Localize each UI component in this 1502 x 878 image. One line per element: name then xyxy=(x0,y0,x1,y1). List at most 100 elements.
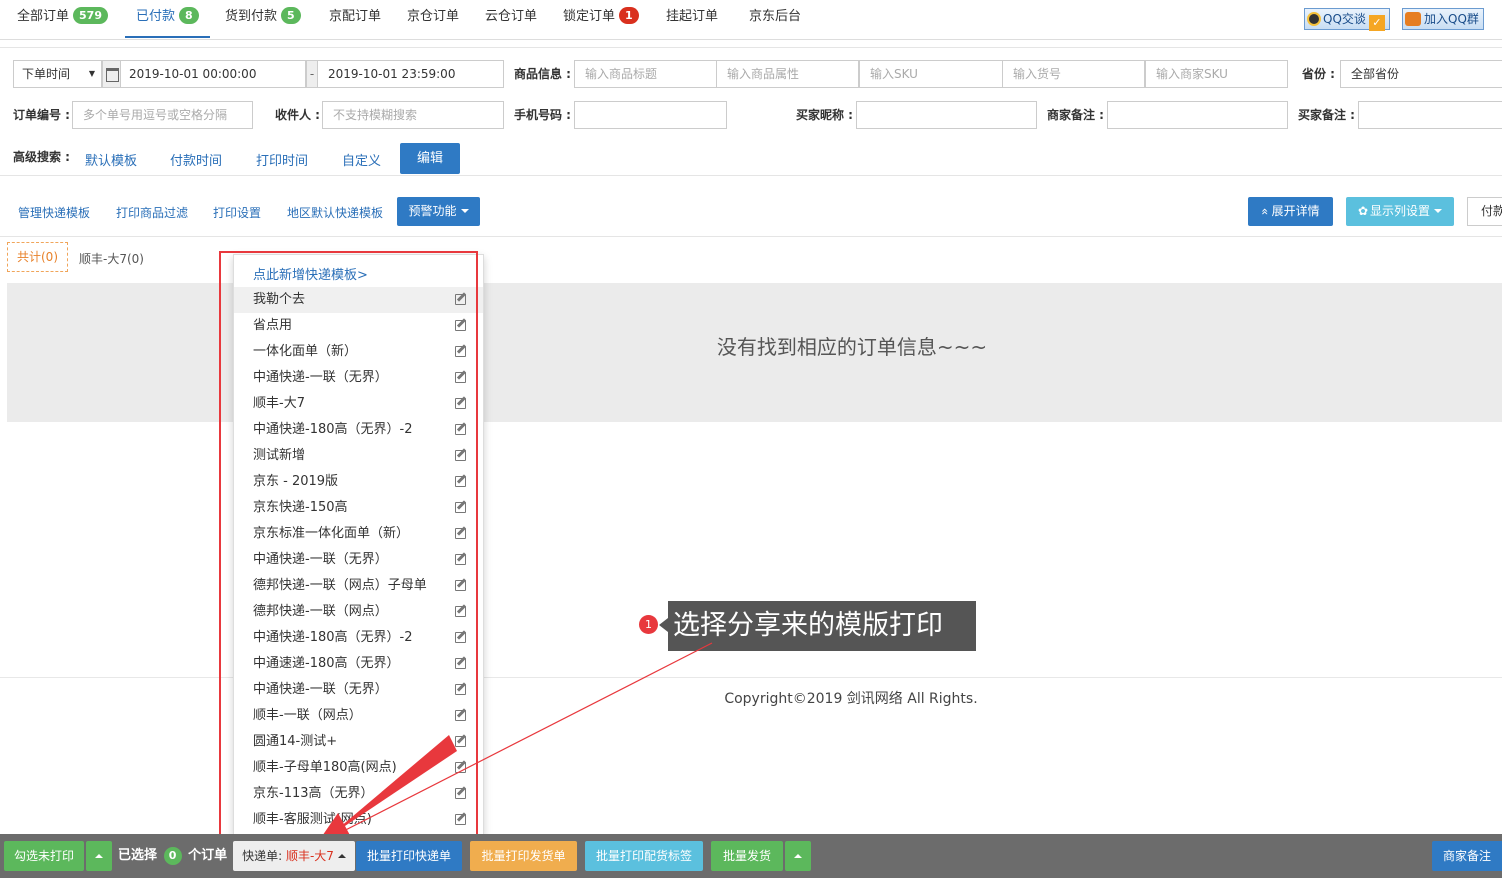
caret-up-icon xyxy=(95,854,103,858)
count-badge: 579 xyxy=(73,7,108,24)
phone-input[interactable] xyxy=(574,101,727,129)
tab-cod[interactable]: 货到付款 5 xyxy=(225,0,301,38)
express-template-select[interactable]: 快递单: 顺丰-大7 xyxy=(233,841,355,871)
batch-ship-toggle[interactable] xyxy=(785,841,811,871)
tab-all-orders[interactable]: 全部订单 579 xyxy=(17,0,108,38)
start-time-input[interactable]: 2019-10-01 00:00:00 xyxy=(102,60,306,88)
edit-icon[interactable] xyxy=(455,398,466,409)
warning-function-button[interactable]: 预警功能 xyxy=(397,197,480,226)
merchant-note-label: 商家备注 : xyxy=(1047,108,1104,122)
filter-sf-da7[interactable]: 顺丰-大7(0) xyxy=(79,250,144,267)
caret-down-icon xyxy=(1434,209,1443,213)
template-item[interactable]: 顺丰-大7 xyxy=(234,391,483,417)
province-select[interactable]: 全部省份 xyxy=(1340,60,1502,88)
template-item[interactable]: 中通快递-一联（无界） xyxy=(234,365,483,391)
template-item[interactable]: 测试新增 xyxy=(234,443,483,469)
edit-icon[interactable] xyxy=(455,320,466,331)
edit-icon[interactable] xyxy=(455,632,466,643)
check-unprinted-toggle[interactable] xyxy=(86,841,112,871)
tab-jd-backend[interactable]: 京东后台 xyxy=(749,0,801,38)
edit-icon[interactable] xyxy=(455,450,466,461)
edit-icon[interactable] xyxy=(455,658,466,669)
pay-sort-button[interactable]: 付款 xyxy=(1467,197,1502,226)
template-item[interactable]: 德邦快递-一联（网点） xyxy=(234,599,483,625)
custom-link[interactable]: 自定义 xyxy=(342,150,381,169)
template-item[interactable]: 圆通14-测试+ xyxy=(234,729,483,755)
template-item[interactable]: 京东标准一体化面单（新） xyxy=(234,521,483,547)
batch-print-express-button[interactable]: 批量打印快递单 xyxy=(356,841,462,871)
edit-icon[interactable] xyxy=(455,814,466,825)
qq-chat-button[interactable]: QQ交谈 ✓ xyxy=(1304,8,1390,31)
edit-icon[interactable] xyxy=(455,762,466,773)
print-settings-link[interactable]: 打印设置 xyxy=(213,204,261,221)
template-item[interactable]: 中通快递-180高（无界）-2 xyxy=(234,625,483,651)
batch-print-delivery-button[interactable]: 批量打印发货单 xyxy=(470,841,577,871)
edit-icon[interactable] xyxy=(455,736,466,747)
tab-suspended[interactable]: 挂起订单 xyxy=(666,0,718,38)
template-item[interactable]: 中通速递-180高（无界） xyxy=(234,651,483,677)
edit-button[interactable]: 编辑 xyxy=(400,143,460,174)
print-time-link[interactable]: 打印时间 xyxy=(256,150,308,169)
template-item[interactable]: 京东-113高（无界） xyxy=(234,781,483,807)
merchant-sku-input[interactable]: 输入商家SKU xyxy=(1145,60,1288,88)
template-item[interactable]: 省点用 xyxy=(234,313,483,339)
double-chevron-up-icon: « xyxy=(1258,207,1273,216)
edit-icon[interactable] xyxy=(455,580,466,591)
tab-cloud-warehouse[interactable]: 云仓订单 xyxy=(485,0,537,38)
manage-express-templates-link[interactable]: 管理快递模板 xyxy=(18,204,90,221)
order-number-input[interactable]: 多个单号用逗号或空格分隔 xyxy=(72,101,253,129)
pay-time-link[interactable]: 付款时间 xyxy=(170,150,222,169)
tab-paid[interactable]: 已付款 8 xyxy=(125,0,210,38)
template-item[interactable]: 中通快递-一联（无界） xyxy=(234,547,483,573)
end-time-input[interactable]: 2019-10-01 23:59:00 xyxy=(317,60,504,88)
batch-ship-button[interactable]: 批量发货 xyxy=(711,841,783,871)
edit-icon[interactable] xyxy=(455,554,466,565)
product-title-input[interactable]: 输入商品标题 xyxy=(574,60,717,88)
edit-icon[interactable] xyxy=(455,606,466,617)
template-item[interactable]: 京东 - 2019版 xyxy=(234,469,483,495)
buyer-nick-input[interactable] xyxy=(856,101,1037,129)
template-item[interactable]: 德邦快递-一联（网点）子母单 xyxy=(234,573,483,599)
tab-jd-warehouse[interactable]: 京仓订单 xyxy=(407,0,459,38)
template-item[interactable]: 京东快递-150高 xyxy=(234,495,483,521)
region-default-template-link[interactable]: 地区默认快递模板 xyxy=(287,204,383,221)
template-item[interactable]: 顺丰-客服测试(网点) xyxy=(234,807,483,833)
default-template-link[interactable]: 默认模板 xyxy=(85,150,137,169)
template-item[interactable]: 顺丰-一联（网点） xyxy=(234,703,483,729)
edit-icon[interactable] xyxy=(455,424,466,435)
edit-icon[interactable] xyxy=(455,710,466,721)
buyer-nick-label: 买家昵称 : xyxy=(796,108,853,122)
merchant-note-button[interactable]: 商家备注 xyxy=(1432,841,1502,871)
edit-icon[interactable] xyxy=(455,372,466,383)
filter-total[interactable]: 共计(0) xyxy=(7,242,68,272)
edit-icon[interactable] xyxy=(455,684,466,695)
edit-icon[interactable] xyxy=(455,788,466,799)
edit-icon[interactable] xyxy=(455,346,466,357)
template-item[interactable]: 我勒个去 xyxy=(234,287,483,313)
buyer-note-input[interactable] xyxy=(1358,101,1502,129)
product-attr-input[interactable]: 输入商品属性 xyxy=(716,60,859,88)
check-unprinted-button[interactable]: 勾选未打印 xyxy=(4,841,84,871)
edit-icon[interactable] xyxy=(455,502,466,513)
item-number-input[interactable]: 输入货号 xyxy=(1002,60,1145,88)
edit-icon[interactable] xyxy=(455,528,466,539)
add-express-template-link[interactable]: 点此新增快递模板> xyxy=(253,264,368,283)
template-item[interactable]: 中通快递-一联（无界） xyxy=(234,677,483,703)
expand-details-button[interactable]: «展开详情 xyxy=(1248,197,1333,226)
column-settings-button[interactable]: ✿ 显示列设置 xyxy=(1346,197,1454,226)
template-item[interactable]: 顺丰-子母单180高(网点) xyxy=(234,755,483,781)
sku-input[interactable]: 输入SKU xyxy=(859,60,1003,88)
template-item[interactable]: 一体化面单（新） xyxy=(234,339,483,365)
print-product-filter-link[interactable]: 打印商品过滤 xyxy=(116,204,188,221)
template-item[interactable]: 中通快递-180高（无界）-2 xyxy=(234,417,483,443)
receiver-input[interactable]: 不支持模糊搜索 xyxy=(322,101,504,129)
edit-icon[interactable] xyxy=(455,476,466,487)
edit-icon[interactable] xyxy=(455,294,466,305)
batch-print-label-button[interactable]: 批量打印配货标签 xyxy=(585,841,703,871)
merchant-note-input[interactable] xyxy=(1107,101,1288,129)
qq-group-button[interactable]: 加入QQ群 xyxy=(1402,8,1484,30)
tab-jd-delivery[interactable]: 京配订单 xyxy=(329,0,381,38)
tab-locked[interactable]: 锁定订单 1 xyxy=(563,0,639,38)
time-type-select[interactable]: 下单时间 ▼ xyxy=(13,60,102,88)
calendar-icon xyxy=(103,61,121,87)
